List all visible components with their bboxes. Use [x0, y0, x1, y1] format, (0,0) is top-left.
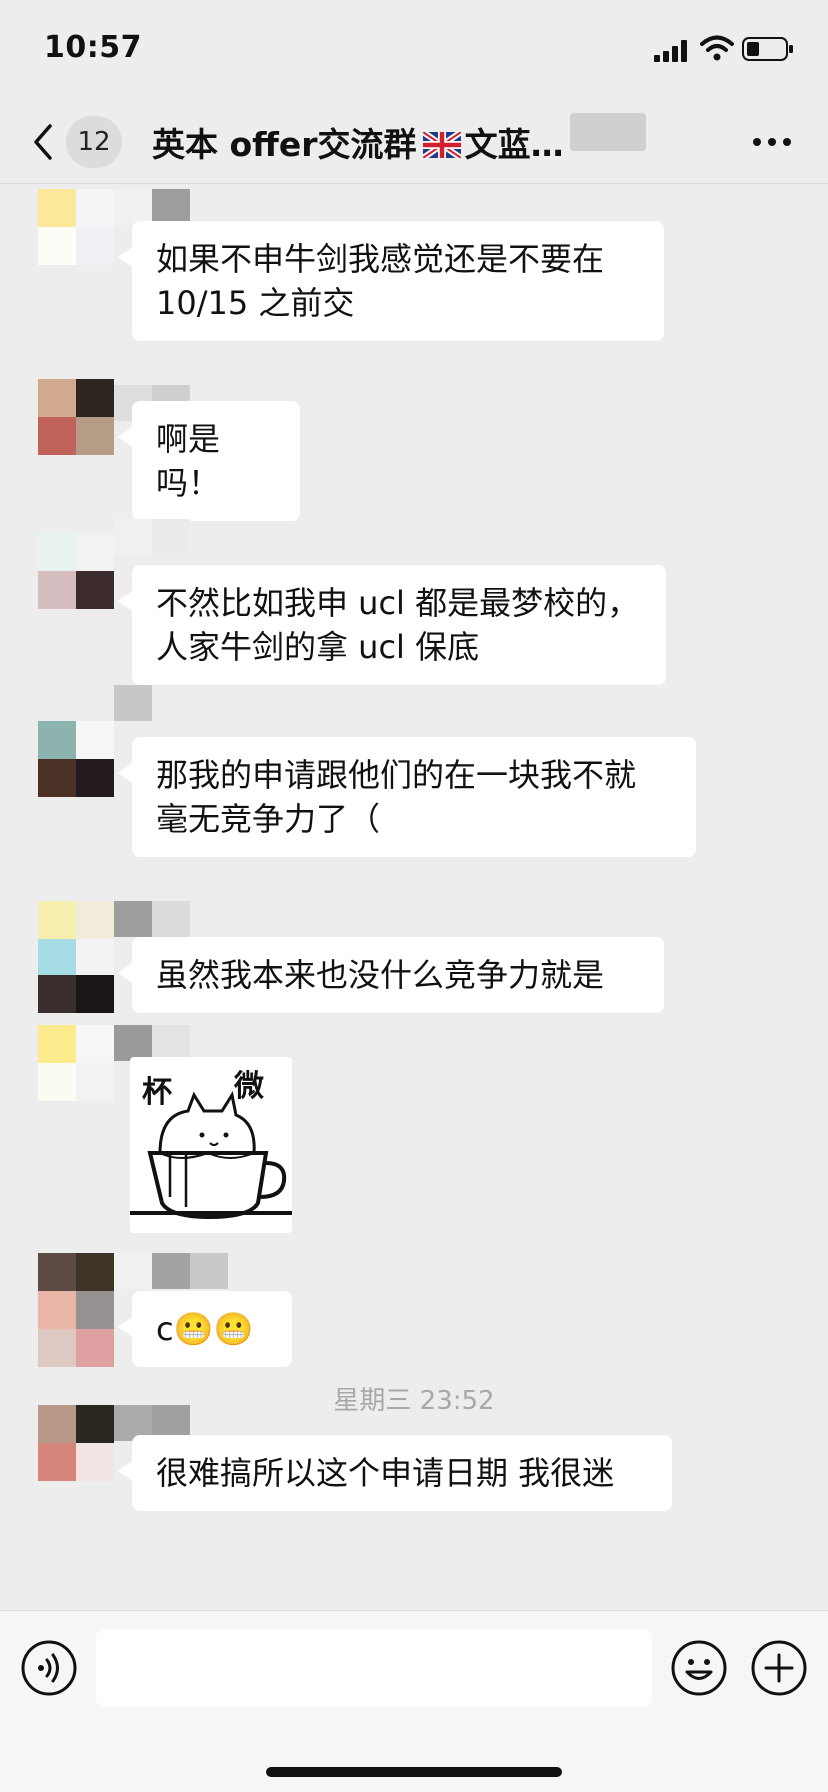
sticker-message[interactable]: 杯 微 [130, 1057, 292, 1233]
message-input[interactable] [96, 1629, 652, 1707]
message-text: 啊是吗！ [156, 420, 221, 502]
cat-in-cup-icon [130, 1091, 292, 1220]
avatar-partial [38, 1329, 114, 1367]
message-text: 那我的申请跟他们的在一块我不就 毫无竞争力了（ [156, 756, 637, 838]
chat-header: 12 英本 offer交流群 文蓝… [0, 100, 828, 184]
redacted-title-block [570, 113, 646, 151]
message-bubble[interactable]: 如果不申牛剑我感觉还是不要在 10/15 之前交 [118, 221, 664, 341]
unread-count-badge[interactable]: 12 [66, 116, 122, 168]
time-separator: 星期三 23:52 [333, 1386, 495, 1416]
uk-flag-icon [422, 132, 461, 158]
message-bubble[interactable]: 那我的申请跟他们的在一块我不就 毫无竞争力了（ [118, 737, 696, 857]
status-time: 10:57 [44, 30, 142, 65]
wifi-icon [700, 35, 734, 61]
avatar[interactable] [38, 379, 114, 455]
avatar[interactable] [38, 937, 114, 1013]
chat-title-suffix: 文蓝… [464, 125, 564, 164]
message-bubble[interactable]: c😬😬 [118, 1291, 292, 1367]
avatar[interactable] [38, 1025, 114, 1101]
avatar[interactable] [38, 189, 114, 265]
more-icon[interactable] [752, 136, 792, 148]
message-text: 如果不申牛剑我感觉还是不要在 10/15 之前交 [156, 240, 605, 322]
avatar[interactable] [38, 721, 114, 797]
redacted-sender-name [114, 189, 190, 225]
message-bubble[interactable]: 啊是吗！ [118, 401, 300, 521]
message-text: 不然比如我申 ucl 都是最梦校的， 人家牛剑的拿 ucl 保底 [156, 584, 640, 666]
redacted-sender-name [114, 519, 190, 555]
redacted-sender-name [114, 901, 190, 937]
chat-title-text: 英本 offer交流群 [152, 125, 417, 164]
message-text: 很难搞所以这个申请日期 我很迷 [156, 1454, 615, 1492]
avatar[interactable] [38, 533, 114, 609]
plus-icon[interactable] [750, 1639, 808, 1697]
redacted-sender-name [114, 685, 152, 721]
avatar-partial [38, 901, 114, 939]
home-indicator [266, 1767, 562, 1777]
message-text: c😬😬 [156, 1310, 254, 1348]
redacted-sender-name [114, 1253, 228, 1289]
status-bar: 10:57 [0, 0, 828, 100]
signal-icon [654, 40, 687, 62]
message-bubble[interactable]: 不然比如我申 ucl 都是最梦校的， 人家牛剑的拿 ucl 保底 [118, 565, 666, 685]
back-arrow-icon[interactable] [30, 122, 56, 162]
message-text: 虽然我本来也没什么竞争力就是 [156, 956, 605, 994]
avatar[interactable] [38, 1253, 114, 1329]
chat-title[interactable]: 英本 offer交流群 文蓝… [152, 118, 564, 166]
message-bubble[interactable]: 虽然我本来也没什么竞争力就是 [118, 937, 664, 1013]
emoji-icon[interactable] [670, 1639, 728, 1697]
redacted-sender-name [114, 1025, 190, 1061]
input-bar [0, 1610, 828, 1792]
voice-icon[interactable] [20, 1639, 78, 1697]
message-bubble[interactable]: 很难搞所以这个申请日期 我很迷 [118, 1435, 672, 1511]
battery-icon [742, 37, 793, 61]
